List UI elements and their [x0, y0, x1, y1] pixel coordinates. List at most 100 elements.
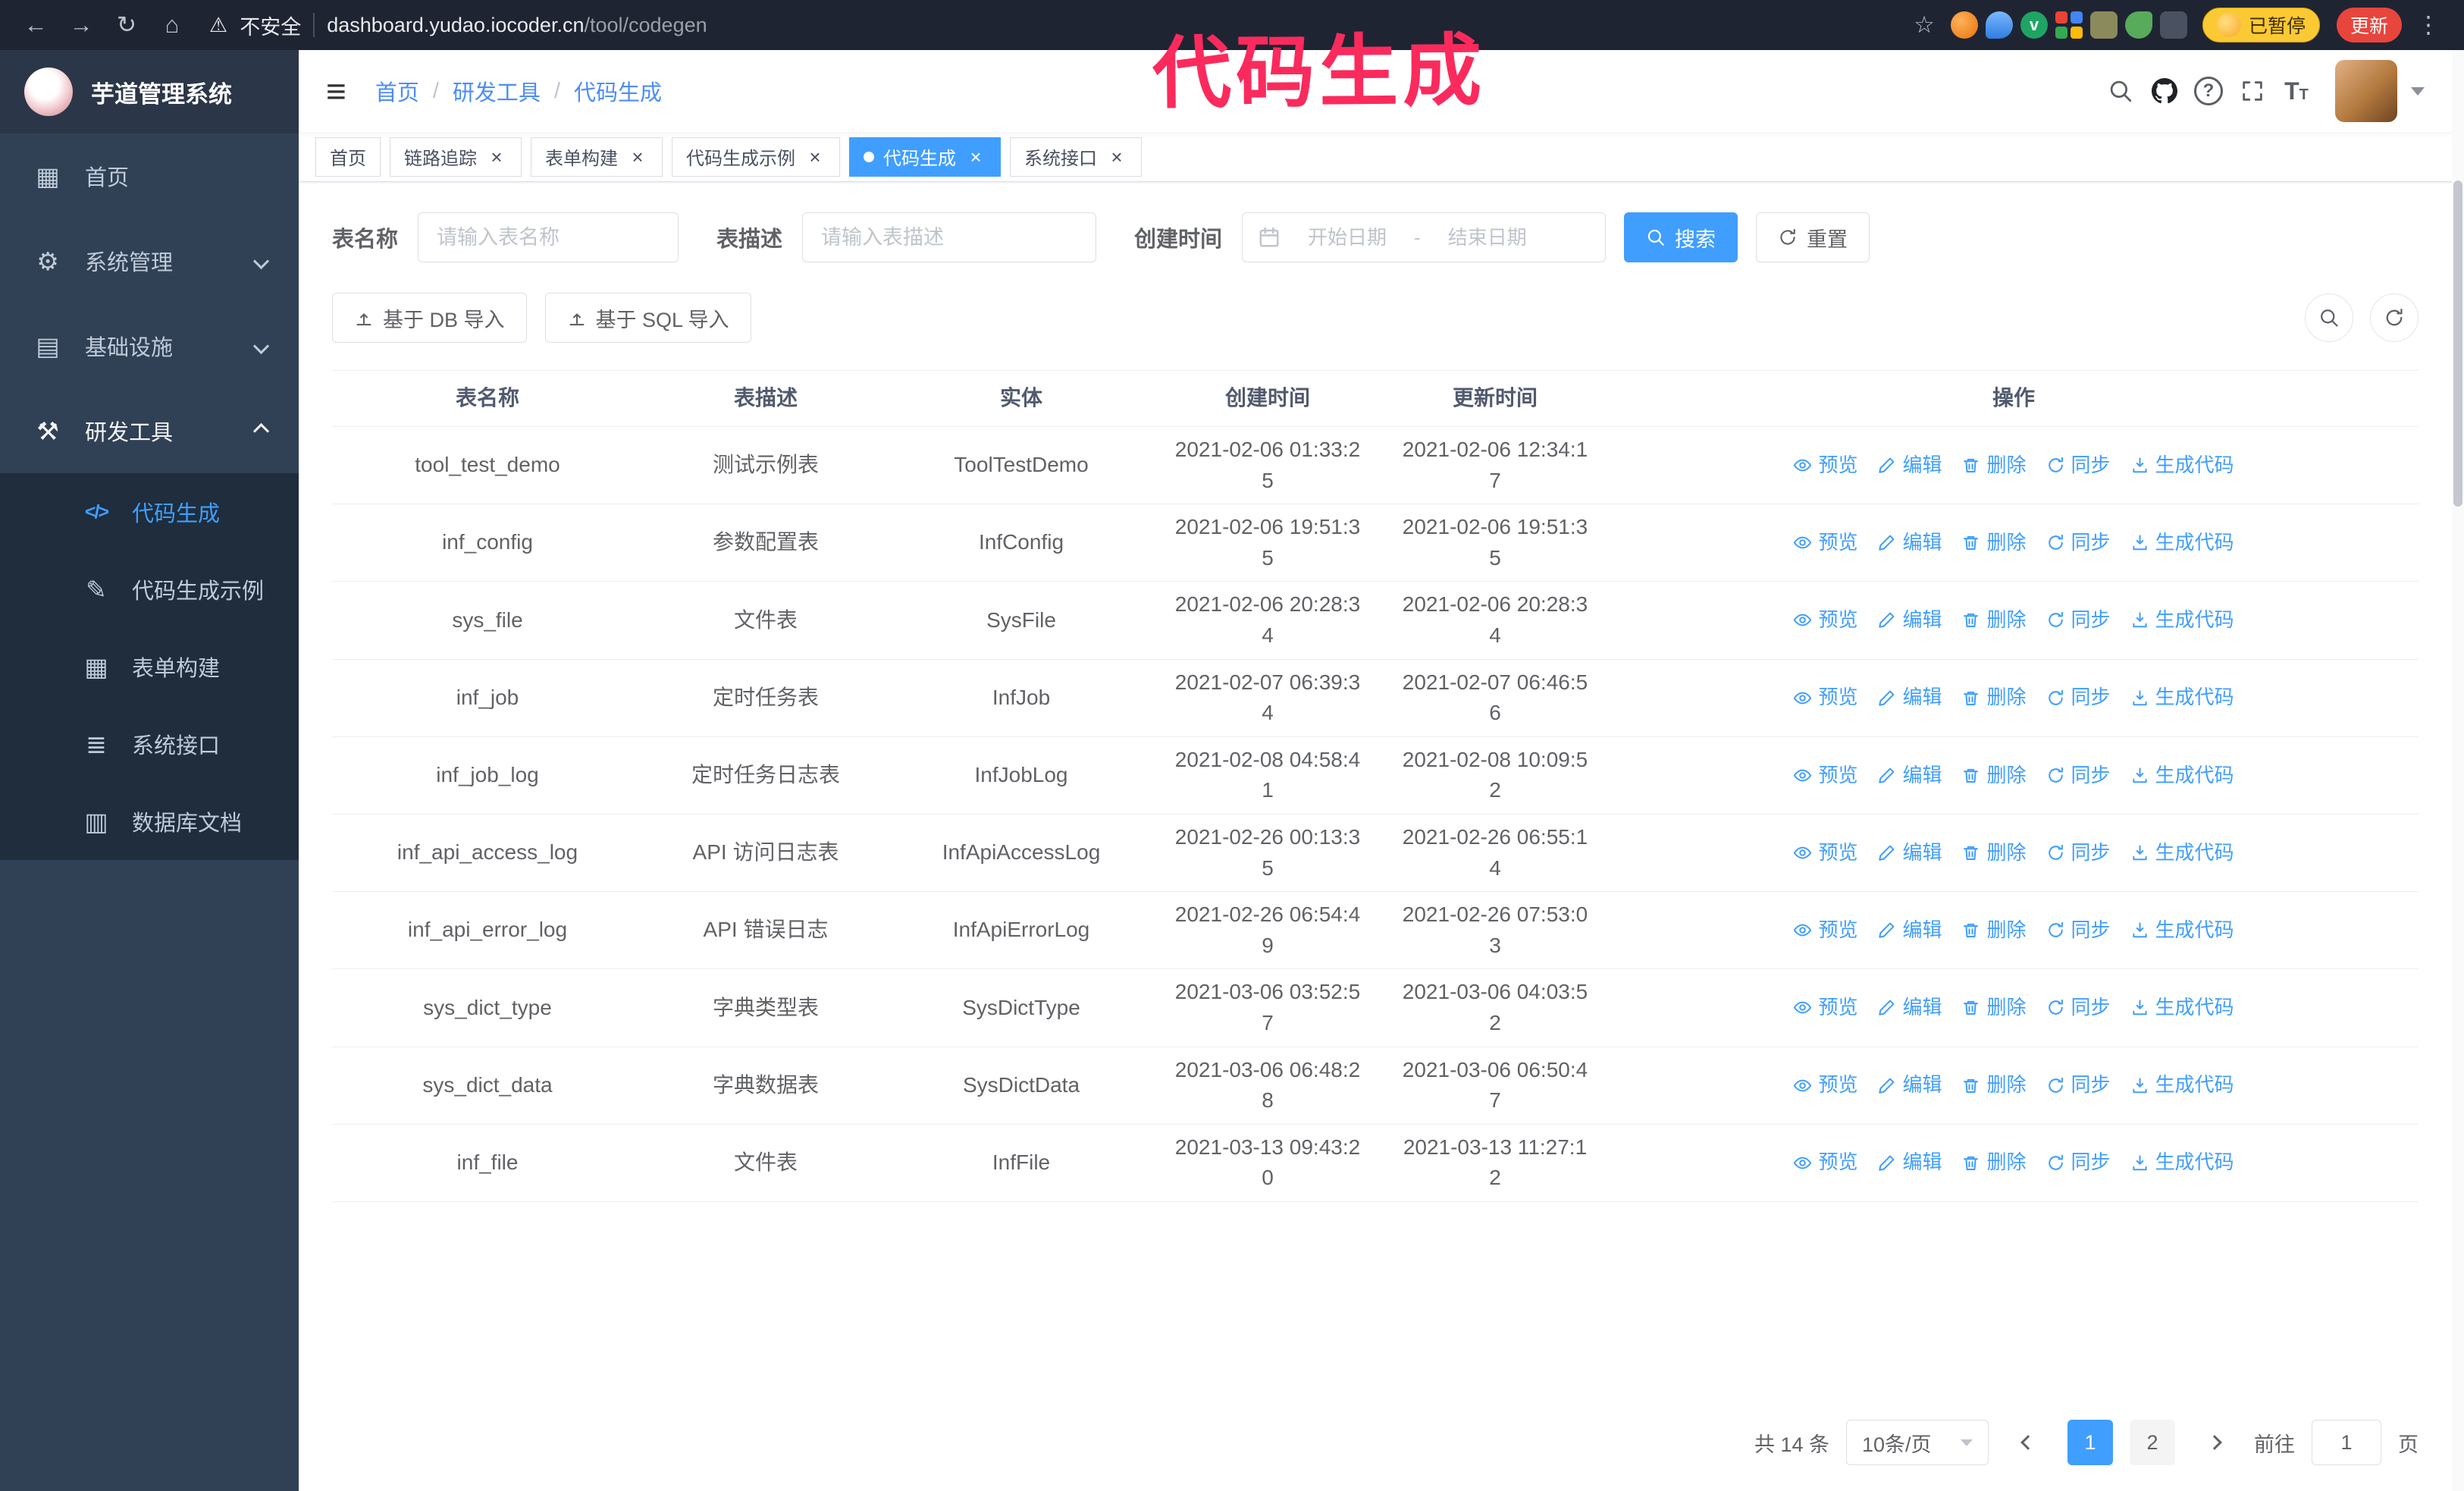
scrollbar-thumb[interactable] — [2453, 180, 2462, 507]
start-date-input[interactable] — [1290, 225, 1406, 250]
edit-link[interactable]: 编辑 — [1877, 529, 1942, 557]
home-icon[interactable]: ⌂ — [153, 6, 191, 44]
search-button[interactable]: 搜索 — [1624, 212, 1738, 262]
close-icon[interactable]: × — [627, 146, 648, 168]
generate-code-link[interactable]: 生成代码 — [2130, 839, 2234, 868]
sync-link[interactable]: 同步 — [2046, 839, 2111, 868]
sync-link[interactable]: 同步 — [2046, 606, 2111, 635]
user-avatar[interactable] — [2335, 60, 2397, 122]
bookmark-star-icon[interactable]: ☆ — [1905, 6, 1943, 44]
profile-paused-badge[interactable]: 已暂停 — [2202, 8, 2320, 42]
delete-link[interactable]: 删除 — [1961, 1148, 2027, 1177]
show-search-button[interactable] — [2305, 293, 2353, 342]
app-logo[interactable]: 芋道管理系统 — [0, 50, 299, 133]
preview-link[interactable]: 预览 — [1793, 761, 1857, 790]
preview-link[interactable]: 预览 — [1793, 683, 1857, 712]
end-date-input[interactable] — [1429, 225, 1545, 250]
page-button-2[interactable]: 2 — [2130, 1420, 2175, 1465]
edit-link[interactable]: 编辑 — [1877, 839, 1942, 868]
edit-link[interactable]: 编辑 — [1877, 916, 1942, 945]
prev-page-button[interactable] — [2005, 1420, 2051, 1465]
tab-system-api[interactable]: 系统接口 × — [1010, 137, 1142, 177]
create-time-range-picker[interactable]: - — [1242, 212, 1607, 262]
page-size-select[interactable]: 10条/页 — [1846, 1420, 1989, 1465]
sidebar-item-system-management[interactable]: ⚙ 系统管理 — [0, 218, 299, 303]
tab-form-builder[interactable]: 表单构建 × — [531, 137, 663, 177]
generate-code-link[interactable]: 生成代码 — [2130, 606, 2234, 635]
generate-code-link[interactable]: 生成代码 — [2130, 1071, 2234, 1100]
extension-puzzle-icon[interactable] — [2159, 11, 2187, 39]
generate-code-link[interactable]: 生成代码 — [2130, 993, 2234, 1022]
import-db-button[interactable]: 基于 DB 导入 — [332, 293, 527, 343]
delete-link[interactable]: 删除 — [1961, 916, 2027, 945]
sidebar-item-db-doc[interactable]: ▥ 数据库文档 — [0, 783, 299, 860]
tab-tracing[interactable]: 链路追踪 × — [390, 137, 522, 177]
extension-icon[interactable] — [1950, 11, 1978, 39]
close-icon[interactable]: × — [965, 146, 986, 168]
fullscreen-icon[interactable] — [2230, 69, 2274, 113]
preview-link[interactable]: 预览 — [1793, 451, 1857, 480]
sync-link[interactable]: 同步 — [2046, 761, 2111, 790]
sidebar-item-codegen-example[interactable]: ✎ 代码生成示例 — [0, 551, 299, 628]
generate-code-link[interactable]: 生成代码 — [2130, 529, 2234, 557]
preview-link[interactable]: 预览 — [1793, 916, 1857, 945]
reset-button[interactable]: 重置 — [1756, 212, 1870, 262]
sync-link[interactable]: 同步 — [2046, 1071, 2111, 1100]
close-icon[interactable]: × — [1106, 146, 1127, 168]
update-browser-button[interactable]: 更新 — [2336, 8, 2402, 42]
table-desc-input[interactable] — [802, 212, 1097, 262]
breadcrumb-home[interactable]: 首页 — [375, 75, 419, 107]
generate-code-link[interactable]: 生成代码 — [2130, 1148, 2234, 1177]
sidebar-item-dev-tools[interactable]: ⚒ 研发工具 — [0, 388, 299, 473]
delete-link[interactable]: 删除 — [1961, 761, 2027, 790]
breadcrumb-section[interactable]: 研发工具 — [453, 75, 541, 107]
preview-link[interactable]: 预览 — [1793, 529, 1857, 557]
generate-code-link[interactable]: 生成代码 — [2130, 683, 2234, 712]
preview-link[interactable]: 预览 — [1793, 839, 1857, 868]
delete-link[interactable]: 删除 — [1961, 529, 2027, 557]
delete-link[interactable]: 删除 — [1961, 451, 2027, 480]
delete-link[interactable]: 删除 — [1961, 839, 2027, 868]
page-button-1[interactable]: 1 — [2067, 1420, 2113, 1465]
edit-link[interactable]: 编辑 — [1877, 451, 1942, 480]
goto-page-input[interactable] — [2312, 1420, 2381, 1465]
next-page-button[interactable] — [2192, 1420, 2237, 1465]
sync-link[interactable]: 同步 — [2046, 529, 2111, 557]
delete-link[interactable]: 删除 — [1961, 993, 2027, 1022]
import-sql-button[interactable]: 基于 SQL 导入 — [544, 293, 751, 343]
edit-link[interactable]: 编辑 — [1877, 1148, 1942, 1177]
sidebar-item-form-builder[interactable]: ▦ 表单构建 — [0, 628, 299, 705]
edit-link[interactable]: 编辑 — [1877, 993, 1942, 1022]
extension-icon[interactable] — [2055, 11, 2083, 39]
help-icon[interactable]: ? — [2187, 69, 2230, 113]
edit-link[interactable]: 编辑 — [1877, 1071, 1942, 1100]
edit-link[interactable]: 编辑 — [1877, 761, 1942, 790]
sync-link[interactable]: 同步 — [2046, 916, 2111, 945]
edit-link[interactable]: 编辑 — [1877, 683, 1942, 712]
kebab-menu-icon[interactable]: ⋮ — [2409, 6, 2447, 44]
extension-icon[interactable] — [2089, 11, 2118, 39]
extension-icon[interactable] — [2124, 11, 2152, 39]
tab-home[interactable]: 首页 — [315, 137, 381, 177]
github-icon[interactable] — [2143, 69, 2187, 113]
sync-link[interactable]: 同步 — [2046, 451, 2111, 480]
preview-link[interactable]: 预览 — [1793, 606, 1857, 635]
delete-link[interactable]: 删除 — [1961, 606, 2027, 635]
extension-icon[interactable]: v — [2020, 11, 2048, 39]
sync-link[interactable]: 同步 — [2046, 683, 2111, 712]
sidebar-item-system-api[interactable]: ≣ 系统接口 — [0, 705, 299, 783]
generate-code-link[interactable]: 生成代码 — [2130, 916, 2234, 945]
sidebar-item-infrastructure[interactable]: ▤ 基础设施 — [0, 303, 299, 388]
address-bar[interactable]: ⚠ 不安全 dashboard.yudao.iocoder.cn/tool/co… — [209, 11, 1887, 40]
page-scrollbar[interactable] — [2452, 50, 2464, 1491]
sync-link[interactable]: 同步 — [2046, 993, 2111, 1022]
close-icon[interactable]: × — [486, 146, 507, 168]
preview-link[interactable]: 预览 — [1793, 1071, 1857, 1100]
sidebar-toggle-icon[interactable]: ≡ — [326, 74, 346, 108]
sidebar-item-home[interactable]: ▦ 首页 — [0, 133, 299, 218]
close-icon[interactable]: × — [804, 146, 826, 168]
edit-link[interactable]: 编辑 — [1877, 606, 1942, 635]
generate-code-link[interactable]: 生成代码 — [2130, 451, 2234, 480]
preview-link[interactable]: 预览 — [1793, 993, 1857, 1022]
extension-icon[interactable] — [1985, 11, 2013, 39]
